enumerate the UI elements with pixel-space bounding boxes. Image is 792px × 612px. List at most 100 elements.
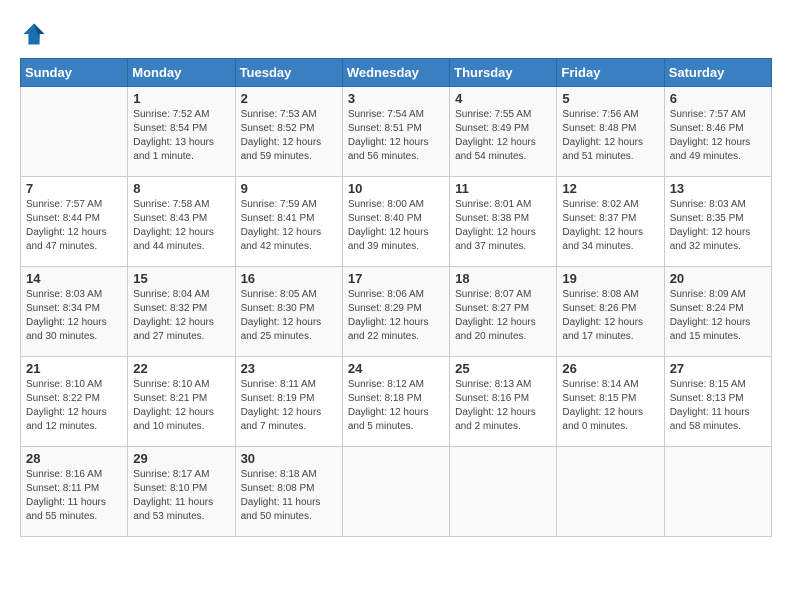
calendar-cell: 6Sunrise: 7:57 AM Sunset: 8:46 PM Daylig… [664, 87, 771, 177]
day-number: 16 [241, 271, 337, 286]
calendar-week-row: 1 Sunrise: 7:52 AM Sunset: 8:54 PM Daylig… [21, 87, 772, 177]
calendar-cell: 2 Sunrise: 7:53 AM Sunset: 8:52 PM Daylig… [235, 87, 342, 177]
day-number: 10 [348, 181, 444, 196]
calendar-cell: 21 Sunrise: 8:10 AM Sunset: 8:22 PM Dayli… [21, 357, 128, 447]
calendar-week-row: 7 Sunrise: 7:57 AM Sunset: 8:44 PM Daylig… [21, 177, 772, 267]
calendar-cell: 9 Sunrise: 7:59 AM Sunset: 8:41 PM Daylig… [235, 177, 342, 267]
day-number: 24 [348, 361, 444, 376]
calendar-cell: 17 Sunrise: 8:06 AM Sunset: 8:29 PM Dayli… [342, 267, 449, 357]
day-info: Sunrise: 8:13 AM Sunset: 8:16 PM Dayligh… [455, 378, 551, 434]
day-number: 7 [26, 181, 122, 196]
calendar-cell: 22 Sunrise: 8:10 AM Sunset: 8:21 PM Dayli… [128, 357, 235, 447]
calendar-cell: 28 Sunrise: 8:16 AM Sunset: 8:11 PM Dayli… [21, 447, 128, 537]
day-number: 9 [241, 181, 337, 196]
logo [20, 20, 52, 48]
calendar-cell: 10 Sunrise: 8:00 AM Sunset: 8:40 PM Dayli… [342, 177, 449, 267]
calendar-cell: 29 Sunrise: 8:17 AM Sunset: 8:10 PM Dayli… [128, 447, 235, 537]
calendar-cell: 15 Sunrise: 8:04 AM Sunset: 8:32 PM Dayli… [128, 267, 235, 357]
calendar-cell: 7 Sunrise: 7:57 AM Sunset: 8:44 PM Daylig… [21, 177, 128, 267]
day-number: 29 [133, 451, 229, 466]
day-number: 12 [562, 181, 658, 196]
calendar-cell [557, 447, 664, 537]
day-info: Sunrise: 8:04 AM Sunset: 8:32 PM Dayligh… [133, 288, 229, 344]
calendar-week-row: 14Sunrise: 8:03 AM Sunset: 8:34 PM Dayli… [21, 267, 772, 357]
day-number: 8 [133, 181, 229, 196]
day-info: Sunrise: 8:12 AM Sunset: 8:18 PM Dayligh… [348, 378, 444, 434]
calendar-cell [342, 447, 449, 537]
calendar-cell: 16 Sunrise: 8:05 AM Sunset: 8:30 PM Dayli… [235, 267, 342, 357]
day-info: Sunrise: 7:57 AM Sunset: 8:46 PM Dayligh… [670, 108, 766, 164]
day-number: 20 [670, 271, 766, 286]
calendar-cell: 30Sunrise: 8:18 AM Sunset: 8:08 PM Dayli… [235, 447, 342, 537]
day-info: Sunrise: 8:00 AM Sunset: 8:40 PM Dayligh… [348, 198, 444, 254]
day-info: Sunrise: 7:57 AM Sunset: 8:44 PM Dayligh… [26, 198, 122, 254]
day-number: 22 [133, 361, 229, 376]
day-info: Sunrise: 8:10 AM Sunset: 8:22 PM Dayligh… [26, 378, 122, 434]
calendar-cell [450, 447, 557, 537]
day-number: 2 [241, 91, 337, 106]
header-cell-sunday: Sunday [21, 59, 128, 87]
day-info: Sunrise: 7:54 AM Sunset: 8:51 PM Dayligh… [348, 108, 444, 164]
calendar-cell: 20 Sunrise: 8:09 AM Sunset: 8:24 PM Dayli… [664, 267, 771, 357]
day-info: Sunrise: 8:15 AM Sunset: 8:13 PM Dayligh… [670, 378, 766, 434]
calendar-cell: 23Sunrise: 8:11 AM Sunset: 8:19 PM Dayli… [235, 357, 342, 447]
day-number: 14 [26, 271, 122, 286]
day-info: Sunrise: 8:10 AM Sunset: 8:21 PM Dayligh… [133, 378, 229, 434]
day-info: Sunrise: 8:18 AM Sunset: 8:08 PM Dayligh… [241, 468, 337, 524]
day-number: 15 [133, 271, 229, 286]
calendar-cell: 18Sunrise: 8:07 AM Sunset: 8:27 PM Dayli… [450, 267, 557, 357]
calendar-cell: 4 Sunrise: 7:55 AM Sunset: 8:49 PM Daylig… [450, 87, 557, 177]
calendar-cell: 11 Sunrise: 8:01 AM Sunset: 8:38 PM Dayli… [450, 177, 557, 267]
day-info: Sunrise: 8:14 AM Sunset: 8:15 PM Dayligh… [562, 378, 658, 434]
day-info: Sunrise: 8:03 AM Sunset: 8:35 PM Dayligh… [670, 198, 766, 254]
calendar-cell: 1 Sunrise: 7:52 AM Sunset: 8:54 PM Daylig… [128, 87, 235, 177]
day-number: 17 [348, 271, 444, 286]
day-number: 19 [562, 271, 658, 286]
header-cell-wednesday: Wednesday [342, 59, 449, 87]
day-info: Sunrise: 7:52 AM Sunset: 8:54 PM Dayligh… [133, 108, 229, 164]
calendar-header-row: SundayMondayTuesdayWednesdayThursdayFrid… [21, 59, 772, 87]
calendar-cell: 26 Sunrise: 8:14 AM Sunset: 8:15 PM Dayli… [557, 357, 664, 447]
day-number: 3 [348, 91, 444, 106]
header-cell-monday: Monday [128, 59, 235, 87]
logo-icon [20, 20, 48, 48]
day-number: 25 [455, 361, 551, 376]
calendar-cell: 3 Sunrise: 7:54 AM Sunset: 8:51 PM Daylig… [342, 87, 449, 177]
header-cell-friday: Friday [557, 59, 664, 87]
day-number: 11 [455, 181, 551, 196]
day-info: Sunrise: 8:06 AM Sunset: 8:29 PM Dayligh… [348, 288, 444, 344]
day-info: Sunrise: 7:58 AM Sunset: 8:43 PM Dayligh… [133, 198, 229, 254]
calendar-week-row: 21 Sunrise: 8:10 AM Sunset: 8:22 PM Dayli… [21, 357, 772, 447]
day-number: 5 [562, 91, 658, 106]
day-number: 28 [26, 451, 122, 466]
day-info: Sunrise: 8:05 AM Sunset: 8:30 PM Dayligh… [241, 288, 337, 344]
day-info: Sunrise: 7:53 AM Sunset: 8:52 PM Dayligh… [241, 108, 337, 164]
calendar-cell: 25 Sunrise: 8:13 AM Sunset: 8:16 PM Dayli… [450, 357, 557, 447]
calendar-cell: 19 Sunrise: 8:08 AM Sunset: 8:26 PM Dayli… [557, 267, 664, 357]
calendar-cell [21, 87, 128, 177]
day-info: Sunrise: 7:55 AM Sunset: 8:49 PM Dayligh… [455, 108, 551, 164]
day-info: Sunrise: 7:56 AM Sunset: 8:48 PM Dayligh… [562, 108, 658, 164]
header-cell-thursday: Thursday [450, 59, 557, 87]
day-info: Sunrise: 8:07 AM Sunset: 8:27 PM Dayligh… [455, 288, 551, 344]
day-info: Sunrise: 8:01 AM Sunset: 8:38 PM Dayligh… [455, 198, 551, 254]
header-cell-saturday: Saturday [664, 59, 771, 87]
day-info: Sunrise: 8:09 AM Sunset: 8:24 PM Dayligh… [670, 288, 766, 344]
day-info: Sunrise: 7:59 AM Sunset: 8:41 PM Dayligh… [241, 198, 337, 254]
day-number: 1 [133, 91, 229, 106]
day-info: Sunrise: 8:17 AM Sunset: 8:10 PM Dayligh… [133, 468, 229, 524]
calendar-cell: 24 Sunrise: 8:12 AM Sunset: 8:18 PM Dayli… [342, 357, 449, 447]
day-number: 4 [455, 91, 551, 106]
calendar-cell: 8 Sunrise: 7:58 AM Sunset: 8:43 PM Daylig… [128, 177, 235, 267]
day-number: 27 [670, 361, 766, 376]
page-header [20, 20, 772, 48]
day-info: Sunrise: 8:08 AM Sunset: 8:26 PM Dayligh… [562, 288, 658, 344]
day-number: 21 [26, 361, 122, 376]
day-number: 26 [562, 361, 658, 376]
day-info: Sunrise: 8:16 AM Sunset: 8:11 PM Dayligh… [26, 468, 122, 524]
day-number: 23 [241, 361, 337, 376]
calendar-week-row: 28 Sunrise: 8:16 AM Sunset: 8:11 PM Dayli… [21, 447, 772, 537]
calendar-cell: 14Sunrise: 8:03 AM Sunset: 8:34 PM Dayli… [21, 267, 128, 357]
calendar-cell [664, 447, 771, 537]
header-cell-tuesday: Tuesday [235, 59, 342, 87]
